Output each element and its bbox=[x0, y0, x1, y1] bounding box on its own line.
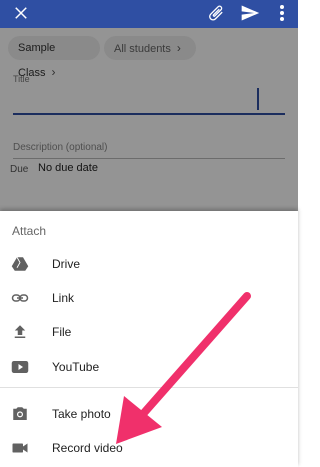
attach-file-label: File bbox=[52, 325, 72, 339]
attach-youtube-label: YouTube bbox=[52, 360, 100, 374]
take-photo-item[interactable]: Take photo bbox=[0, 397, 298, 431]
attach-link-label: Link bbox=[52, 291, 75, 305]
close-icon[interactable] bbox=[12, 4, 30, 22]
app-bar bbox=[0, 0, 298, 28]
attach-link-item[interactable]: Link bbox=[0, 281, 298, 315]
attach-drive-label: Drive bbox=[52, 257, 81, 271]
link-icon bbox=[11, 294, 29, 302]
record-video-label: Record video bbox=[52, 441, 123, 455]
attach-bottom-sheet: Attach Drive Link File YouTube Take phot… bbox=[0, 211, 298, 467]
attach-file-item[interactable]: File bbox=[0, 315, 298, 349]
videocam-icon bbox=[12, 443, 28, 453]
more-vert-icon[interactable] bbox=[274, 3, 290, 23]
attach-youtube-item[interactable]: YouTube bbox=[0, 350, 298, 384]
send-icon[interactable] bbox=[240, 3, 260, 23]
drive-icon bbox=[11, 257, 29, 271]
record-video-item[interactable]: Record video bbox=[0, 431, 298, 465]
sheet-title: Attach bbox=[12, 224, 47, 238]
paperclip-icon[interactable] bbox=[206, 3, 226, 23]
attach-drive-item[interactable]: Drive bbox=[0, 247, 298, 281]
modal-scrim[interactable] bbox=[0, 28, 298, 239]
take-photo-label: Take photo bbox=[52, 407, 111, 421]
camera-icon bbox=[13, 407, 27, 420]
upload-icon bbox=[14, 325, 26, 338]
sheet-divider bbox=[0, 387, 298, 388]
youtube-icon bbox=[11, 361, 29, 373]
